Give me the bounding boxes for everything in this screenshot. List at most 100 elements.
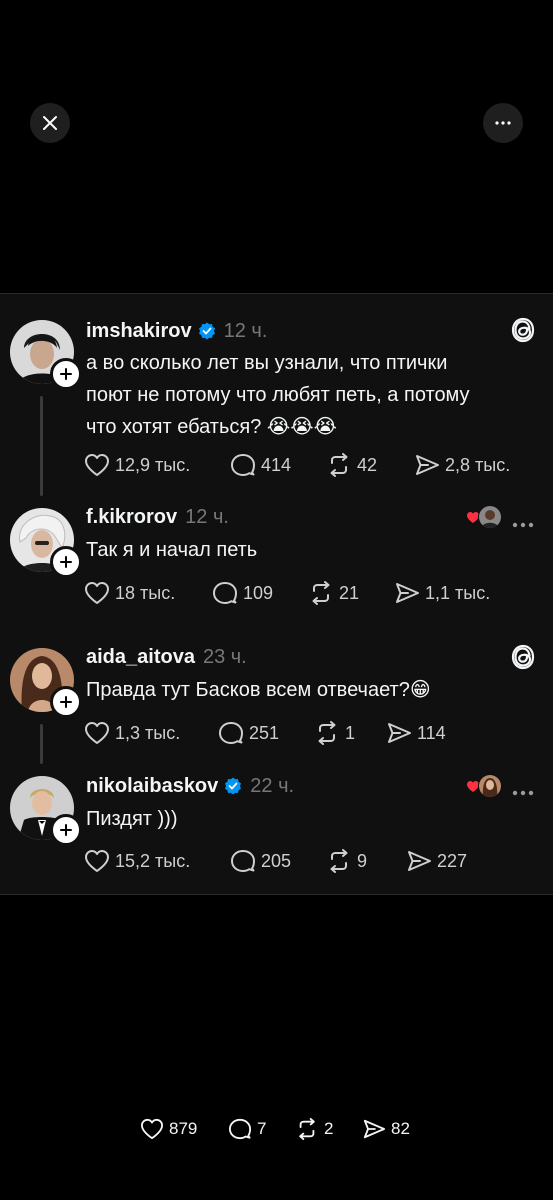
- thread-card-1: imshakirov 12 ч. а во сколько лет вы узн…: [0, 293, 553, 627]
- like-button[interactable]: 18 тыс.: [84, 578, 175, 608]
- plus-icon: [60, 368, 72, 380]
- reply-count: 205: [261, 850, 292, 871]
- post-text: а во сколько лет вы узнали, что птички п…: [86, 347, 526, 443]
- author-liked-indicator: [466, 505, 502, 529]
- follow-plus-button[interactable]: [50, 546, 82, 578]
- share-button[interactable]: 114: [386, 718, 446, 748]
- verified-badge-icon: [224, 777, 242, 795]
- threads-logo-icon[interactable]: [510, 316, 536, 349]
- username[interactable]: imshakirov: [86, 320, 192, 343]
- follow-plus-button[interactable]: [50, 358, 82, 390]
- reply-button[interactable]: 7: [228, 1114, 266, 1144]
- comment-icon: [219, 722, 243, 744]
- follow-plus-button[interactable]: [50, 814, 82, 846]
- like-count: 18 тыс.: [115, 582, 176, 603]
- reply-text-line: Так я и начал петь: [86, 539, 258, 561]
- post-header: aida_aitova 23 ч.: [86, 642, 247, 672]
- more-options-icon[interactable]: [512, 515, 534, 533]
- send-icon: [416, 455, 439, 475]
- heart-icon: [85, 722, 109, 744]
- send-icon: [396, 583, 419, 603]
- reply-count: 414: [261, 454, 292, 475]
- post-time: 23 ч.: [202, 645, 247, 668]
- post-time: 12 ч.: [223, 319, 268, 342]
- post-text-line: а во сколько лет вы узнали, что птички: [86, 352, 448, 374]
- repost-count: 9: [357, 850, 368, 871]
- reply-button[interactable]: 205: [230, 846, 291, 876]
- reply-text: Пиздят ))): [86, 803, 526, 835]
- reply-time: 22 ч.: [250, 774, 295, 797]
- post-text-line: что хотят ебаться? 😭😭😭: [86, 416, 337, 438]
- more-horizontal-icon: [495, 121, 511, 125]
- heart-icon: [85, 582, 109, 604]
- close-button[interactable]: [30, 103, 70, 143]
- share-button[interactable]: 2,8 тыс.: [414, 450, 510, 480]
- threads-logo-icon[interactable]: [510, 643, 536, 676]
- follow-plus-button[interactable]: [50, 686, 82, 718]
- repost-icon: [318, 721, 336, 745]
- heart-icon: [85, 454, 109, 476]
- reply-count: 251: [249, 722, 280, 743]
- like-button[interactable]: 879: [140, 1114, 197, 1144]
- like-count: 879: [169, 1119, 198, 1138]
- repost-icon: [330, 849, 348, 873]
- username[interactable]: nikolaibaskov: [86, 775, 218, 798]
- post-text-line: Правда тут Басков всем отвечает?😁: [86, 679, 431, 701]
- heart-icon: [85, 850, 109, 872]
- reply-count: 109: [243, 582, 274, 603]
- plus-icon: [60, 824, 72, 836]
- share-count: 114: [417, 722, 446, 743]
- repost-count: 21: [339, 582, 360, 603]
- like-button[interactable]: 12,9 тыс.: [84, 450, 190, 480]
- reply-button[interactable]: 414: [230, 450, 291, 480]
- share-count: 2,8 тыс.: [445, 454, 511, 475]
- plus-icon: [60, 696, 72, 708]
- thread-connector-line: [40, 724, 43, 764]
- repost-button[interactable]: 42: [326, 450, 377, 480]
- more-options-icon[interactable]: [512, 783, 534, 801]
- share-button[interactable]: 1,1 тыс.: [394, 578, 490, 608]
- bottom-action-bar: 879 7 2 82: [0, 1114, 553, 1144]
- like-count: 15,2 тыс.: [115, 850, 191, 871]
- repost-button[interactable]: 21: [308, 578, 359, 608]
- reply-button[interactable]: 109: [212, 578, 273, 608]
- share-count: 82: [391, 1119, 410, 1138]
- reply-button[interactable]: 251: [218, 718, 279, 748]
- author-mini-avatar: [478, 505, 502, 529]
- comment-icon: [231, 454, 255, 476]
- reply-text-line: Пиздят ))): [86, 808, 178, 830]
- reply-header: f.kikrorov 12 ч.: [86, 502, 229, 532]
- thread-connector-line: [40, 396, 43, 496]
- author-mini-avatar: [478, 774, 502, 798]
- reply-count: 7: [257, 1119, 267, 1138]
- share-count: 1,1 тыс.: [425, 582, 491, 603]
- close-icon: [43, 116, 57, 130]
- like-button[interactable]: 1,3 тыс.: [84, 718, 180, 748]
- comment-icon: [231, 850, 255, 872]
- repost-button[interactable]: 1: [314, 718, 355, 748]
- repost-button[interactable]: 2: [295, 1114, 333, 1144]
- share-button[interactable]: 82: [362, 1114, 410, 1144]
- more-options-button[interactable]: [483, 103, 523, 143]
- repost-button[interactable]: 9: [326, 846, 367, 876]
- comment-icon: [229, 1118, 251, 1140]
- plus-icon: [60, 556, 72, 568]
- repost-icon: [330, 453, 348, 477]
- username[interactable]: aida_aitova: [86, 646, 195, 669]
- share-button[interactable]: 227: [406, 846, 467, 876]
- send-icon: [388, 723, 411, 743]
- send-icon: [408, 851, 431, 871]
- like-count: 1,3 тыс.: [115, 722, 181, 743]
- repost-count: 1: [345, 722, 356, 743]
- verified-badge-icon: [198, 322, 216, 340]
- like-button[interactable]: 15,2 тыс.: [84, 846, 190, 876]
- send-icon: [363, 1119, 385, 1139]
- post-header: imshakirov 12 ч.: [86, 316, 267, 346]
- reply-header: nikolaibaskov 22 ч.: [86, 771, 294, 801]
- author-liked-indicator: [466, 774, 502, 798]
- repost-icon: [312, 581, 330, 605]
- repost-count: 2: [324, 1119, 334, 1138]
- share-count: 227: [437, 850, 468, 871]
- username[interactable]: f.kikrorov: [86, 506, 177, 529]
- reply-time: 12 ч.: [185, 505, 229, 528]
